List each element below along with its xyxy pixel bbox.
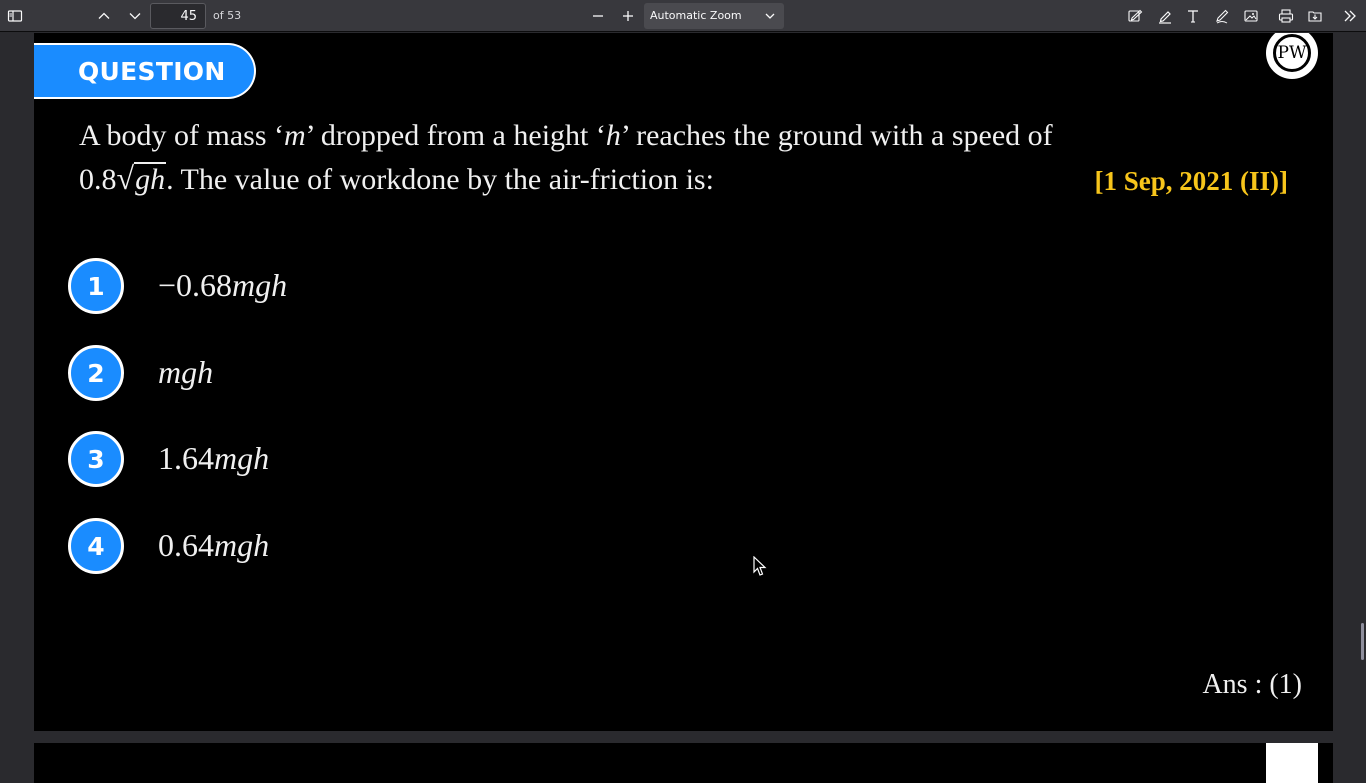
draw-button[interactable]: [1210, 4, 1234, 28]
zoom-in-button[interactable]: [616, 4, 640, 28]
highlight-icon: [1159, 11, 1171, 24]
more-tools-icon: [1344, 10, 1356, 22]
option-number: 2: [68, 345, 124, 401]
option-number: 3: [68, 431, 124, 487]
sidebar-toggle-button[interactable]: [3, 4, 27, 28]
image-icon: [1244, 10, 1258, 22]
previous-page-icon: [98, 12, 110, 19]
text-icon: [1188, 10, 1198, 23]
pw-logo-text: PW: [1273, 34, 1311, 72]
question-text-line2: 0.8√gh. The value of workdone by the air…: [79, 160, 714, 196]
option-text: 1.64mgh: [158, 440, 270, 476]
draw-icon: [1216, 9, 1229, 24]
text-button[interactable]: [1181, 4, 1205, 28]
question-banner: QUESTION: [34, 43, 256, 99]
pw-logo-partial: [1266, 743, 1318, 783]
document-viewer[interactable]: QUESTION PW A body of mass ‘m’ dropped f…: [0, 33, 1366, 783]
more-tools-button[interactable]: [1338, 4, 1362, 28]
pdf-toolbar: of 53 Automatic Zoom: [0, 0, 1366, 32]
image-button[interactable]: [1239, 4, 1263, 28]
mouse-cursor-icon: [753, 556, 767, 576]
pdf-page: QUESTION PW A body of mass ‘m’ dropped f…: [34, 33, 1333, 731]
print-icon: [1278, 9, 1294, 23]
next-page-icon: [129, 13, 141, 20]
print-button[interactable]: [1274, 4, 1298, 28]
pw-logo: PW: [1266, 33, 1318, 79]
scrollbar-thumb[interactable]: [1361, 623, 1364, 660]
chevron-down-icon: [765, 13, 775, 19]
highlight-button[interactable]: [1153, 4, 1177, 28]
page-number-input[interactable]: [150, 3, 206, 29]
option-text: mgh: [158, 354, 214, 390]
sign-icon: [1128, 9, 1143, 22]
exam-date-tag: [1 Sep, 2021 (II)]: [1094, 166, 1289, 196]
sidebar-toggle-icon: [7, 10, 23, 22]
zoom-in-icon: [623, 11, 633, 21]
option-number: 1: [68, 258, 124, 314]
option-text: −0.68mgh: [158, 267, 288, 303]
zoom-out-button[interactable]: [586, 4, 610, 28]
page-count-label: of 53: [213, 9, 242, 22]
previous-page-button[interactable]: [92, 4, 116, 28]
zoom-select[interactable]: Automatic Zoom: [644, 3, 784, 29]
zoom-select-label: Automatic Zoom: [650, 9, 742, 22]
option-number: 4: [68, 518, 124, 574]
zoom-out-icon: [593, 15, 603, 17]
sign-button[interactable]: [1123, 4, 1147, 28]
save-button[interactable]: [1303, 4, 1327, 28]
save-icon: [1308, 11, 1322, 22]
question-text: A body of mass ‘m’ dropped from a height…: [79, 119, 1053, 152]
pdf-page-next: [34, 743, 1333, 783]
answer-label: Ans : (1): [1202, 669, 1302, 700]
option-text: 0.64mgh: [158, 527, 270, 563]
next-page-button[interactable]: [123, 4, 147, 28]
